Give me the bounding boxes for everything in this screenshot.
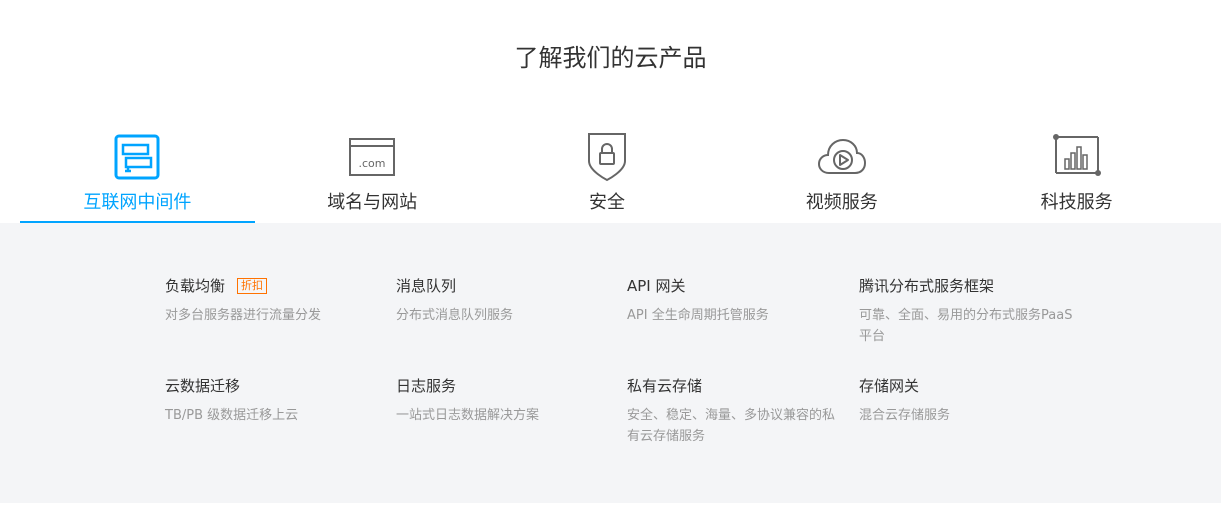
tab-label: 视频服务 — [805, 192, 878, 213]
product-name: 日志服务 — [396, 377, 457, 395]
tab-middleware[interactable]: 互联网中间件 — [20, 126, 255, 223]
product-data-migration[interactable]: 云数据迁移 TB/PB 级数据迁移上云 — [165, 375, 396, 475]
product-tsf[interactable]: 腾讯分布式服务框架 可靠、全面、易用的分布式服务PaaS平台 — [859, 275, 1095, 375]
product-name: API 网关 — [627, 277, 686, 295]
tab-label: 互联网中间件 — [83, 192, 192, 213]
product-storage-gateway[interactable]: 存储网关 混合云存储服务 — [859, 375, 1095, 475]
product-desc: 安全、稳定、海量、多协议兼容的私有云存储服务 — [627, 408, 836, 444]
domain-icon-text: .com — [359, 157, 386, 170]
product-name: 腾讯分布式服务框架 — [859, 277, 995, 295]
product-showcase: 了解我们的云产品 互联网中间件 .com 域名与网站 安全 视频服务 科技服务 … — [0, 0, 1221, 530]
tab-security[interactable]: 安全 — [490, 126, 725, 223]
shield-lock-icon — [587, 133, 626, 182]
cloud-play-icon — [817, 138, 866, 174]
product-desc: TB/PB 级数据迁移上云 — [165, 408, 299, 423]
section-title: 了解我们的云产品 — [514, 44, 707, 72]
product-message-queue[interactable]: 消息队列 分布式消息队列服务 — [396, 275, 627, 375]
product-name: 存储网关 — [859, 377, 920, 395]
tab-tech-service[interactable]: 科技服务 — [959, 126, 1194, 223]
product-api-gateway[interactable]: API 网关 API 全生命周期托管服务 — [627, 275, 859, 375]
product-desc: 一站式日志数据解决方案 — [396, 408, 540, 423]
product-category-tabs: 互联网中间件 .com 域名与网站 安全 视频服务 科技服务 — [20, 126, 1194, 223]
product-name: 消息队列 — [396, 277, 457, 295]
product-list-panel: 负载均衡 折扣 对多台服务器进行流量分发 消息队列 分布式消息队列服务 API … — [0, 223, 1221, 503]
product-desc: 分布式消息队列服务 — [396, 308, 514, 323]
product-name: 私有云存储 — [627, 377, 703, 395]
product-name: 负载均衡 — [165, 277, 226, 295]
discount-badge: 折扣 — [237, 278, 268, 294]
chart-board-icon — [1052, 134, 1101, 176]
tab-video-service[interactable]: 视频服务 — [724, 126, 959, 223]
domain-icon: .com — [349, 138, 396, 176]
tab-domain-website[interactable]: .com 域名与网站 — [255, 126, 490, 223]
product-desc: 可靠、全面、易用的分布式服务PaaS平台 — [859, 308, 1073, 344]
tab-label: 科技服务 — [1040, 192, 1113, 213]
product-grid: 负载均衡 折扣 对多台服务器进行流量分发 消息队列 分布式消息队列服务 API … — [165, 275, 1095, 475]
product-desc: 混合云存储服务 — [859, 408, 951, 423]
product-desc: API 全生命周期托管服务 — [627, 308, 769, 323]
product-log-service[interactable]: 日志服务 一站式日志数据解决方案 — [396, 375, 627, 475]
product-load-balancer[interactable]: 负载均衡 折扣 对多台服务器进行流量分发 — [165, 275, 396, 375]
middleware-icon — [114, 134, 160, 180]
product-private-cloud-storage[interactable]: 私有云存储 安全、稳定、海量、多协议兼容的私有云存储服务 — [627, 375, 859, 475]
product-name: 云数据迁移 — [165, 377, 241, 395]
tab-label: 安全 — [588, 192, 625, 213]
tab-label: 域名与网站 — [327, 192, 418, 213]
product-desc: 对多台服务器进行流量分发 — [165, 308, 322, 323]
